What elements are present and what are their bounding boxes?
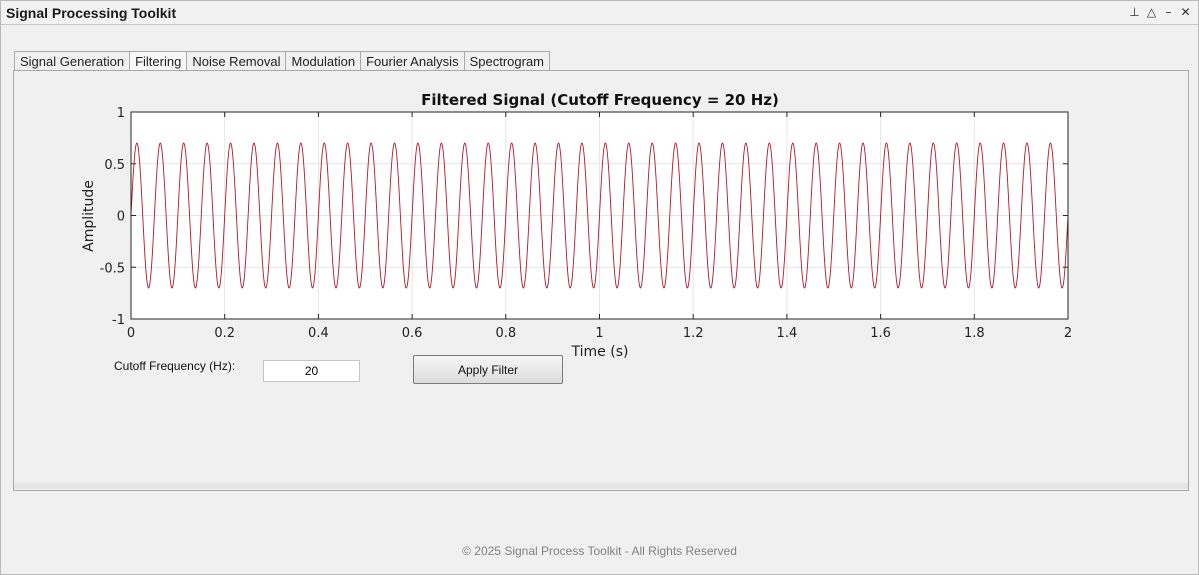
x-tick-labels: 0 0.2 0.4 0.6 0.8 1 1.2 1.4 1.6 1.8 2 bbox=[127, 326, 1072, 341]
cutoff-frequency-label: Cutoff Frequency (Hz): bbox=[114, 359, 236, 373]
x-tick-label: 1 bbox=[595, 326, 603, 341]
x-axis-label: Time (s) bbox=[571, 344, 629, 360]
y-tick-label: -0.5 bbox=[100, 261, 125, 276]
x-tick-label: 2 bbox=[1064, 326, 1072, 341]
copyright-footer: © 2025 Signal Process Toolkit - All Righ… bbox=[462, 544, 737, 558]
x-tick-label: 1.6 bbox=[870, 326, 891, 341]
y-tick-labels: 1 0.5 0 -0.5 -1 bbox=[100, 106, 125, 328]
x-tick-label: 0.4 bbox=[308, 326, 329, 341]
x-tick-label: 0.6 bbox=[402, 326, 423, 341]
apply-filter-button[interactable]: Apply Filter bbox=[413, 355, 563, 384]
y-tick-label: 0 bbox=[117, 210, 125, 225]
y-tick-label: 1 bbox=[117, 106, 125, 121]
y-axis-label: Amplitude bbox=[81, 180, 97, 252]
y-tick-label: 0.5 bbox=[104, 158, 125, 173]
chart-title: Filtered Signal (Cutoff Frequency = 20 H… bbox=[421, 91, 779, 109]
x-tick-label: 1.8 bbox=[964, 326, 985, 341]
x-tick-label: 0.2 bbox=[214, 326, 235, 341]
x-tick-label: 1.4 bbox=[777, 326, 798, 341]
cutoff-frequency-input[interactable] bbox=[263, 360, 360, 382]
x-tick-label: 0.8 bbox=[495, 326, 516, 341]
y-tick-label: -1 bbox=[112, 313, 125, 328]
x-tick-label: 1.2 bbox=[683, 326, 704, 341]
x-tick-label: 0 bbox=[127, 326, 135, 341]
filtered-signal-chart: 0 0.2 0.4 0.6 0.8 1 1.2 1.4 1.6 1.8 2 10.50-0.5-1 … bbox=[81, 91, 1072, 360]
